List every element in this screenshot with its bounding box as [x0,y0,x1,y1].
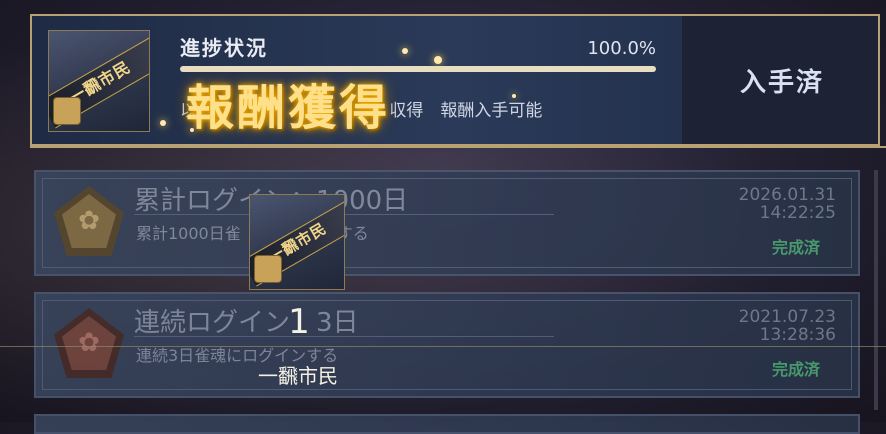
card-date: 2021.07.23 [738,307,836,327]
achievement-card[interactable]: ✿ 連続ログイン 3日 連続3日雀魂にログインする 2021.07.23 13:… [34,292,860,398]
item-badge [254,255,282,283]
reward-item-icon: 一飜市民 [48,30,150,132]
popup-item-icon: 一飜市民 [249,194,345,290]
card-timestamp: 2021.07.23 13:28:36 [739,308,836,344]
sparkle [512,94,516,98]
card-title: 連続ログイン 3日 [134,308,359,338]
sparkle [402,48,408,54]
progress-label: 進捗状況 [180,36,268,60]
progress-value: 100.0% [587,38,656,59]
claimed-button[interactable]: 入手済 [684,62,880,99]
medal-face: ✿ [62,194,116,248]
sparkle [434,56,442,64]
item-badge [53,97,81,125]
sparkle [190,128,194,132]
flower-icon: ✿ [78,328,100,358]
achievement-card[interactable] [34,414,860,434]
card-time: 13:28:36 [759,325,836,345]
achievement-card[interactable]: ✿ 累計ログイン：1000日 累計1000日雀 ンする 2026.01.31 1… [34,170,860,276]
card-time: 14:22:25 [759,203,836,223]
card-date: 2026.01.31 [738,185,836,205]
flower-icon: ✿ [78,206,100,236]
item-name: 一飜市民 [258,364,338,388]
banner-divider [30,146,886,148]
card-timestamp: 2026.01.31 14:22:25 [739,186,836,222]
scrollbar[interactable] [874,170,878,410]
item-count: 1 [288,302,310,342]
reward-title: 報酬獲得 [186,80,391,136]
medal-face: ✿ [62,316,116,370]
status-badge: 完成済 [771,360,820,379]
card-divider [134,336,554,337]
sparkle [160,120,166,126]
status-badge: 完成済 [771,238,820,257]
overlay-divider [0,346,886,347]
